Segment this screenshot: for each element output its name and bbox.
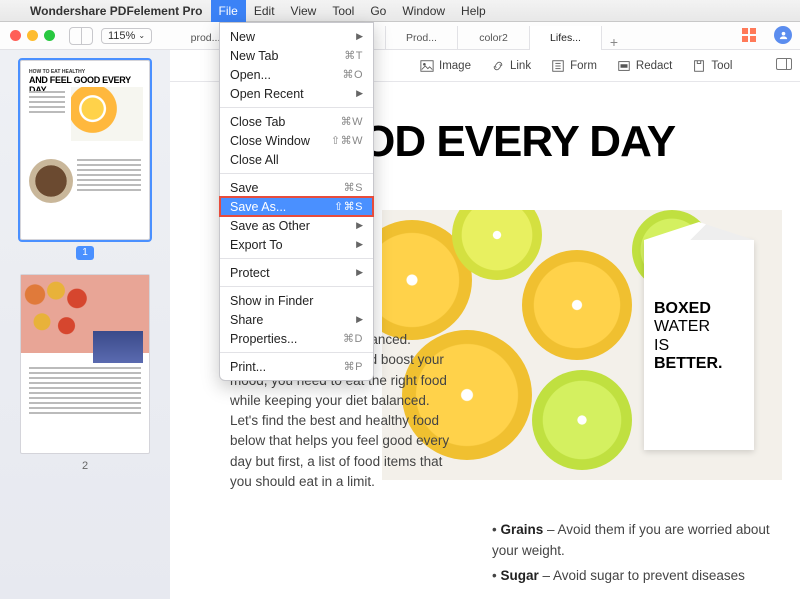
- form-tool-button[interactable]: Form: [551, 59, 597, 73]
- menu-edit[interactable]: Edit: [246, 0, 283, 22]
- doc-bullet-list: • Grains – Avoid them if you are worried…: [492, 520, 782, 591]
- link-tool-button[interactable]: Link: [491, 59, 531, 73]
- file-menu-export-to[interactable]: Export To▶: [220, 235, 373, 254]
- file-menu-print-[interactable]: Print...⌘P: [220, 357, 373, 376]
- zoom-value: 115%: [108, 30, 135, 42]
- carton-graphic: BOXED WATER IS BETTER.: [644, 240, 754, 450]
- file-menu-close-tab[interactable]: Close Tab⌘W: [220, 112, 373, 131]
- close-window-button[interactable]: [10, 30, 21, 41]
- window-controls: [0, 30, 55, 41]
- file-menu-close-window[interactable]: Close Window⇧⌘W: [220, 131, 373, 150]
- page-1-badge: 1: [76, 246, 94, 260]
- file-menu-new-tab[interactable]: New Tab⌘T: [220, 46, 373, 65]
- minimize-window-button[interactable]: [27, 30, 38, 41]
- tab-4[interactable]: color2: [458, 26, 530, 50]
- file-menu-new[interactable]: New▶: [220, 27, 373, 46]
- thumb-oranges-image: [21, 275, 91, 353]
- file-menu-protect[interactable]: Protect▶: [220, 263, 373, 282]
- image-tool-button[interactable]: Image: [420, 59, 471, 73]
- maximize-window-button[interactable]: [44, 30, 55, 41]
- menu-tool[interactable]: Tool: [324, 0, 362, 22]
- file-menu-save-as-other[interactable]: Save as Other▶: [220, 216, 373, 235]
- thumb-coffee-image: [29, 159, 73, 203]
- file-menu-save[interactable]: Save⌘S: [220, 178, 373, 197]
- menu-window[interactable]: Window: [394, 0, 453, 22]
- sidebar-toggle[interactable]: [69, 27, 93, 45]
- panel-toggle-icon[interactable]: [776, 58, 792, 70]
- file-menu-properties-[interactable]: Properties...⌘D: [220, 329, 373, 348]
- file-menu-share[interactable]: Share▶: [220, 310, 373, 329]
- system-menubar: Wondershare PDFelement Pro File Edit Vie…: [0, 0, 800, 22]
- apps-grid-icon[interactable]: [742, 28, 756, 42]
- menu-view[interactable]: View: [283, 0, 325, 22]
- titlebar: 115% ⌄ prod... Prod... color2 Lifes... +: [0, 22, 800, 50]
- file-menu-show-in-finder[interactable]: Show in Finder: [220, 291, 373, 310]
- thumbnails-sidebar: HOW TO EAT HEALTHY AND FEEL GOOD EVERY D…: [0, 50, 170, 599]
- page-thumbnail-2[interactable]: [20, 274, 150, 454]
- new-tab-button[interactable]: +: [602, 34, 626, 50]
- account-avatar[interactable]: [774, 26, 792, 44]
- menu-file[interactable]: File: [211, 0, 246, 22]
- app-name: Wondershare PDFelement Pro: [22, 4, 211, 18]
- thumb-blueberries-image: [93, 331, 143, 363]
- file-menu-save-as-[interactable]: Save As...⇧⌘S: [220, 197, 373, 216]
- menu-help[interactable]: Help: [453, 0, 494, 22]
- page-2-number: 2: [12, 460, 158, 472]
- file-menu-dropdown: New▶New Tab⌘TOpen...⌘OOpen Recent▶ Close …: [219, 22, 374, 381]
- menu-go[interactable]: Go: [362, 0, 394, 22]
- tab-3[interactable]: Prod...: [386, 26, 458, 50]
- file-menu-open-[interactable]: Open...⌘O: [220, 65, 373, 84]
- thumb-image: [71, 87, 143, 141]
- tab-5[interactable]: Lifes...: [530, 26, 602, 50]
- file-menu-open-recent[interactable]: Open Recent▶: [220, 84, 373, 103]
- tool-button[interactable]: Tool: [692, 59, 732, 73]
- file-menu-close-all[interactable]: Close All: [220, 150, 373, 169]
- chevron-down-icon: ⌄: [138, 31, 145, 40]
- page-thumbnail-1[interactable]: HOW TO EAT HEALTHY AND FEEL GOOD EVERY D…: [20, 60, 150, 240]
- redact-tool-button[interactable]: Redact: [617, 59, 672, 73]
- zoom-select[interactable]: 115% ⌄: [101, 28, 152, 44]
